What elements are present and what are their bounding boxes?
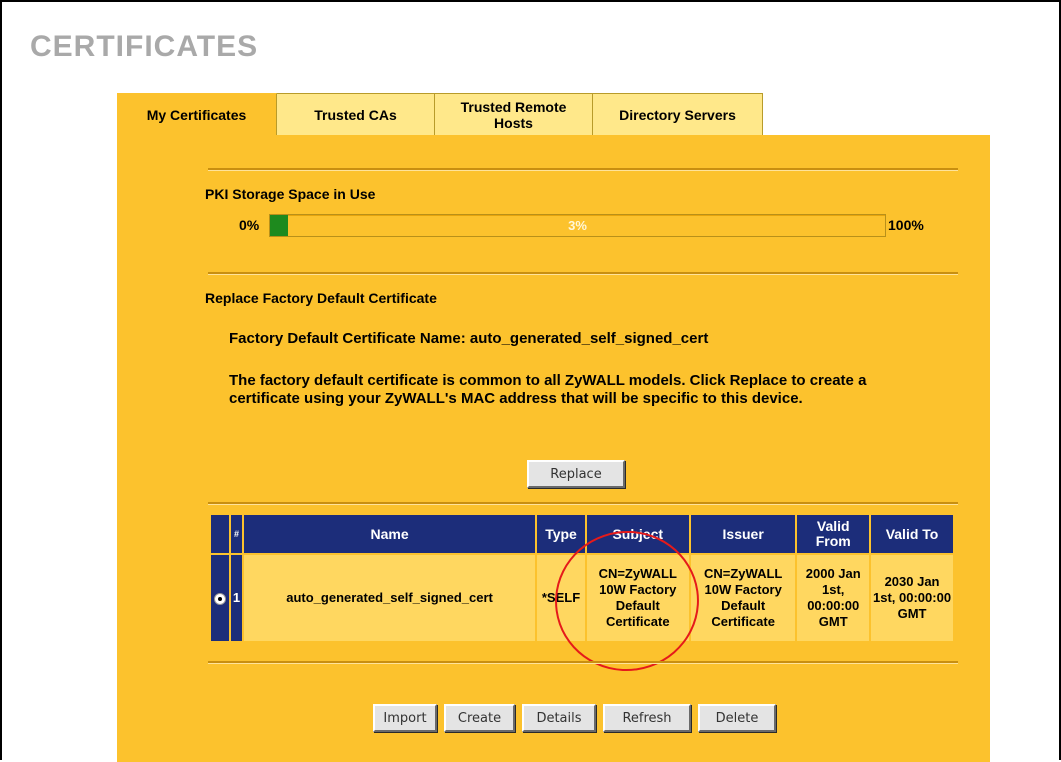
tab-trusted-cas[interactable]: Trusted CAs <box>277 93 435 135</box>
replace-description: The factory default certificate is commo… <box>229 372 867 407</box>
col-issuer-header: Issuer <box>690 515 796 553</box>
replace-heading: Replace Factory Default Certificate <box>205 290 437 306</box>
col-type-header: Type <box>537 515 585 553</box>
row-subject: CN=ZyWALL 10W Factory Default Certificat… <box>586 555 689 641</box>
table-row[interactable]: 1 auto_generated_self_signed_cert *SELF … <box>211 555 953 641</box>
col-select-header <box>211 515 230 553</box>
create-button[interactable]: Create <box>444 704 515 732</box>
row-select-cell[interactable] <box>211 555 230 641</box>
divider <box>208 168 958 171</box>
col-subject-header: Subject <box>586 515 689 553</box>
row-issuer: CN=ZyWALL 10W Factory Default Certificat… <box>690 555 796 641</box>
storage-progress-text: 3% <box>568 218 587 233</box>
tab-my-certificates[interactable]: My Certificates <box>117 93 277 135</box>
divider <box>208 661 958 664</box>
col-index-header: # <box>231 515 242 553</box>
table-header-row: # Name Type Subject Issuer Valid From Va… <box>211 515 953 553</box>
delete-button[interactable]: Delete <box>698 704 776 732</box>
import-button[interactable]: Import <box>373 704 437 732</box>
divider <box>208 502 958 505</box>
tab-trusted-remote-hosts[interactable]: Trusted Remote Hosts <box>435 93 593 135</box>
main-panel: PKI Storage Space in Use 0% 3% 100% Repl… <box>117 135 990 762</box>
page-title: CERTIFICATES <box>30 30 259 63</box>
divider <box>208 272 958 275</box>
storage-progress-bar: 3% <box>269 214 886 237</box>
details-button[interactable]: Details <box>522 704 596 732</box>
col-name-header: Name <box>243 515 536 553</box>
tab-directory-servers[interactable]: Directory Servers <box>593 93 763 135</box>
row-index: 1 <box>231 555 242 641</box>
replace-button[interactable]: Replace <box>527 460 625 488</box>
row-valid-from: 2000 Jan 1st, 00:00:00 GMT <box>797 555 870 641</box>
storage-min-label: 0% <box>239 217 260 233</box>
storage-heading: PKI Storage Space in Use <box>205 186 376 202</box>
row-radio-button[interactable] <box>214 592 227 605</box>
row-name: auto_generated_self_signed_cert <box>243 555 536 641</box>
certificates-table: # Name Type Subject Issuer Valid From Va… <box>209 513 955 643</box>
storage-max-label: 100% <box>888 217 924 233</box>
row-valid-to: 2030 Jan 1st, 00:00:00 GMT <box>871 555 953 641</box>
col-valid-to-header: Valid To <box>871 515 953 553</box>
factory-cert-name: Factory Default Certificate Name: auto_g… <box>229 330 709 347</box>
refresh-button[interactable]: Refresh <box>603 704 691 732</box>
row-type: *SELF <box>537 555 585 641</box>
col-valid-from-header: Valid From <box>797 515 870 553</box>
